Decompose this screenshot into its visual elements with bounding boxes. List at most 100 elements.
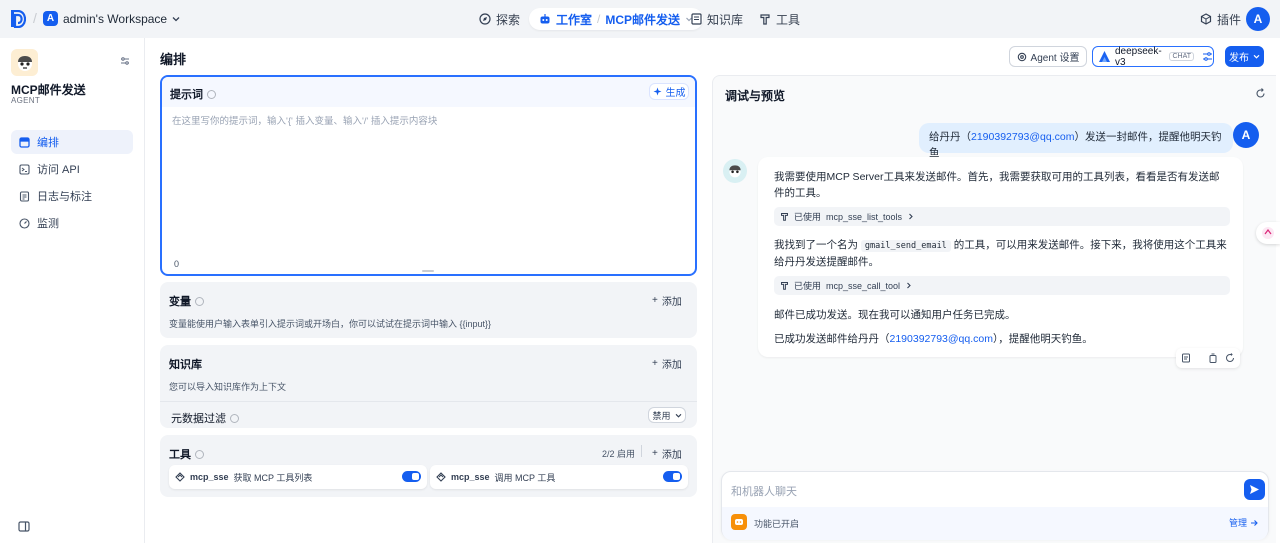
robot-icon (539, 13, 551, 25)
sidebar-item-orchestrate[interactable]: 编排 (11, 130, 133, 154)
user-avatar: A (1233, 122, 1259, 148)
sliders-icon[interactable] (1202, 51, 1213, 62)
reset-icon[interactable] (1250, 83, 1270, 103)
metadata-filter-label: 元数据过滤 (171, 413, 226, 425)
tool-call-chip[interactable]: 已使用 mcp_sse_list_tools (774, 207, 1230, 226)
workspace-switcher[interactable]: A admin's Workspace (43, 11, 180, 26)
sidebar-toggle-icon[interactable] (120, 56, 130, 66)
regenerate-icon[interactable] (1220, 348, 1240, 368)
gear-icon (1017, 52, 1027, 62)
variables-title-label: 变量 (169, 296, 191, 308)
preview-title: 调试与预览 (725, 89, 786, 103)
nav-explore[interactable]: 探索 (479, 8, 520, 30)
add-knowledge-label: 添加 (661, 360, 682, 371)
app-avatar-icon (11, 49, 38, 76)
bot-avatar-icon (723, 159, 747, 183)
page-title: 编排 (160, 52, 187, 67)
knowledge-desc: 您可以导入知识库作为上下文 (169, 382, 287, 392)
prompt-editor-card: 提示词 生成 在这里写你的提示词，输入'{' 插入变量、输入'/' 插入提示内容… (160, 75, 697, 276)
info-icon (195, 296, 204, 306)
model-name: deepseek-v3 (1115, 45, 1162, 68)
feature-status: 功能已开启 (754, 519, 800, 529)
prompt-textarea[interactable]: 在这里写你的提示词，输入'{' 插入变量、输入'/' 插入提示内容块 (172, 113, 687, 127)
knowledge-title: 知识库 (169, 359, 202, 371)
book-icon (691, 13, 702, 25)
tool-name: mcp_sse (451, 472, 490, 482)
plus-icon: + (652, 295, 658, 306)
user-message-text: 给丹丹（ (929, 131, 971, 143)
tool-toggle[interactable] (663, 471, 682, 482)
variables-card: 变量 + 添加 变量能使用户输入表单引入提示词或开场白，你可以试试在提示词中输入… (160, 282, 697, 338)
metadata-filter-select[interactable]: 禁用 (648, 407, 686, 423)
email-link[interactable]: 2190392793@qq.com (890, 333, 994, 345)
chat-input[interactable]: 和机器人聊天 (731, 483, 797, 499)
nav-knowledge[interactable]: 知识库 (691, 8, 743, 30)
file-list-icon (19, 190, 30, 202)
add-tool-button[interactable]: + 添加 (652, 446, 682, 461)
tool-toggle[interactable] (402, 471, 421, 482)
metadata-filter-title: 元数据过滤 (171, 410, 239, 426)
dify-logo-icon[interactable] (10, 10, 26, 28)
chevron-down-icon (172, 15, 180, 23)
floating-helper-icon[interactable] (1256, 222, 1280, 244)
nav-knowledge-label: 知识库 (707, 12, 744, 27)
collapse-sidebar-icon[interactable] (18, 521, 30, 532)
send-button[interactable] (1244, 479, 1265, 500)
annotation-icon[interactable] (1176, 348, 1196, 368)
agent-settings-label: Agent 设置 (1030, 53, 1080, 64)
tool-call-name: mcp_sse_call_tool (826, 280, 901, 291)
workspace-name: admin's Workspace (63, 11, 168, 26)
bot-text: 我需要使用MCP Server工具来发送邮件。首先，我需要获取可用的工具列表，看… (774, 171, 1220, 199)
sidebar: MCP邮件发送 AGENT 编排 访问 API 日志与标注 监测 (0, 38, 145, 543)
sidebar-item-label: 监测 (37, 218, 59, 230)
app-type: AGENT (11, 96, 41, 105)
main-panel: 编排 提示词 生成 在这里写你的提示词，输入'{' 插入变量、输入'/' 插入提… (145, 38, 1280, 543)
email-link[interactable]: 2190392793@qq.com (971, 131, 1075, 143)
inline-code: gmail_send_email (860, 240, 951, 252)
metadata-filter-value: 禁用 (652, 410, 671, 421)
user-avatar[interactable]: A (1246, 7, 1270, 31)
add-variable-button[interactable]: + 添加 (652, 293, 682, 308)
plugins-link[interactable]: 插件 (1200, 8, 1241, 30)
add-knowledge-button[interactable]: + 添加 (652, 356, 682, 371)
plugins-label: 插件 (1217, 12, 1242, 27)
nav-tools[interactable]: 工具 (759, 8, 800, 30)
add-tool-label: 添加 (661, 450, 682, 461)
model-selector[interactable]: deepseek-v3 CHAT (1092, 45, 1214, 68)
tool-call-name: mcp_sse_list_tools (826, 211, 903, 222)
arrow-right-icon (1250, 519, 1258, 527)
resize-handle[interactable] (422, 270, 434, 272)
sidebar-item-label: 编排 (37, 137, 59, 149)
hammer-icon (780, 212, 789, 221)
tool-call-chip[interactable]: 已使用 mcp_sse_call_tool (774, 276, 1230, 295)
tool-item[interactable]: mcp_sse 调用 MCP 工具 (430, 465, 688, 489)
separator: / (33, 10, 37, 26)
user-message: 给丹丹（2190392793@qq.com）发送一封邮件，提醒他明天钓鱼 (919, 123, 1233, 159)
publish-button[interactable]: 发布 (1225, 46, 1264, 67)
generate-button[interactable]: 生成 (649, 83, 689, 100)
char-count: 0 (174, 259, 180, 269)
nav-app-label[interactable]: MCP邮件发送 (605, 11, 680, 28)
tools-title-label: 工具 (169, 449, 191, 461)
workspace-avatar: A (43, 11, 58, 26)
tool-item[interactable]: mcp_sse 获取 MCP 工具列表 (169, 465, 427, 489)
sidebar-item-logs[interactable]: 日志与标注 (11, 184, 133, 208)
sidebar-item-label: 日志与标注 (37, 191, 92, 203)
tool-call-prefix: 已使用 (794, 212, 822, 222)
tool-call-prefix: 已使用 (794, 281, 822, 291)
nav-studio[interactable]: 工作室 / MCP邮件发送 (529, 8, 704, 30)
mcp-icon (175, 472, 185, 482)
sidebar-item-api[interactable]: 访问 API (11, 157, 133, 181)
sidebar-item-monitor[interactable]: 监测 (11, 211, 133, 235)
prompt-title-label: 提示词 (170, 89, 203, 101)
tool-name: mcp_sse (190, 472, 229, 482)
info-icon (195, 449, 204, 459)
generate-label: 生成 (665, 88, 686, 99)
chevron-down-icon (675, 412, 682, 419)
terminal-icon (19, 163, 30, 175)
manage-link[interactable]: 管理 (1229, 516, 1258, 529)
info-icon (230, 413, 239, 423)
publish-label: 发布 (1229, 53, 1249, 64)
agent-settings-button[interactable]: Agent 设置 (1009, 46, 1087, 67)
bot-text-part: 我找到了一个名为 (774, 239, 858, 251)
